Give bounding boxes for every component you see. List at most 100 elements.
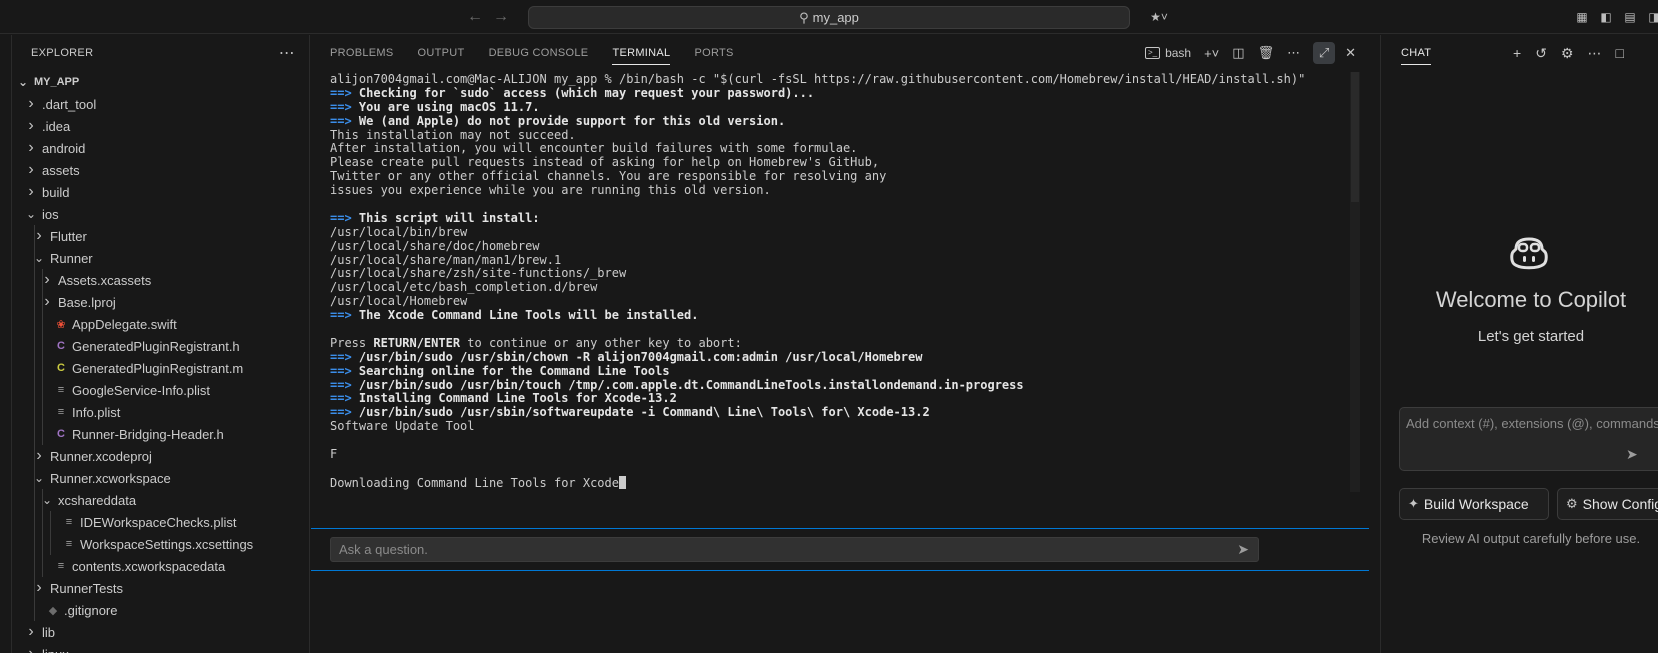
toggle-sidebar-icon[interactable]: ◧ [1598, 9, 1614, 25]
tree-item[interactable]: ≡ IDEWorkspaceChecks.plist [12, 511, 309, 533]
tree-item-label: assets [42, 162, 80, 178]
terminal-text: This installation may not succeed. [330, 127, 576, 142]
tree-item[interactable]: › .idea [12, 115, 309, 137]
tree-item[interactable]: › lib [12, 621, 309, 643]
more-actions-icon[interactable]: ⋯ [1587, 45, 1601, 62]
terminal-line: alijon7004gmail.com@Mac-ALIJON my_app % … [330, 72, 1350, 87]
new-terminal-icon[interactable]: +˅ [1204, 46, 1219, 61]
chat-title[interactable]: CHAT [1401, 35, 1432, 71]
terminal-text: issues you experience while you are runn… [330, 183, 771, 198]
shell-label: bash [1165, 46, 1192, 60]
chevron-down-icon: ⌄ [17, 75, 29, 89]
more-actions-icon[interactable]: ⋯ [1287, 45, 1300, 61]
tree-item[interactable]: ⌄ ios [12, 203, 309, 225]
tree-item[interactable]: ≡ contents.xcworkspacedata [12, 555, 309, 577]
show-config-label: Show Config [1582, 496, 1658, 512]
tree-item[interactable]: › build [12, 181, 309, 203]
tree-item[interactable]: ≡ WorkspaceSettings.xcsettings [12, 533, 309, 555]
command-center[interactable]: ⚲ my_app [528, 6, 1130, 29]
tab-ports[interactable]: PORTS [694, 35, 733, 71]
show-config-button[interactable]: ⚙ Show Config [1557, 488, 1658, 520]
activity-bar [0, 35, 12, 653]
chevron-right-icon: › [28, 183, 34, 200]
tree-item[interactable]: ❀ AppDelegate.swift [12, 313, 309, 335]
more-actions-icon[interactable]: ⋯ [279, 43, 295, 63]
terminal-line: ==> /usr/bin/sudo /usr/sbin/softwareupda… [330, 405, 1350, 420]
tree-item[interactable]: › assets [12, 159, 309, 181]
terminal-line: ==> /usr/bin/sudo /usr/bin/touch /tmp/.c… [330, 378, 1350, 393]
explorer-sidebar: EXPLORER ⋯ ⌄ MY_APP › .dart_tool › .idea › andr… [12, 35, 310, 653]
tree-item[interactable]: › Flutter [12, 225, 309, 247]
layout-icon[interactable]: ▦ [1574, 9, 1590, 25]
tree-item[interactable]: ⌄ Runner.xcworkspace [12, 467, 309, 489]
scrollbar-thumb[interactable] [1351, 72, 1359, 202]
welcome-subtitle: Let's get started [1477, 328, 1585, 345]
new-chat-icon[interactable]: + [1513, 45, 1521, 61]
tree-item[interactable]: › Assets.xcassets [12, 269, 309, 291]
tree-item[interactable]: › RunnerTests [12, 577, 309, 599]
tab-terminal[interactable]: TERMINAL [612, 35, 671, 71]
divider [311, 570, 1369, 571]
tree-item[interactable]: C GeneratedPluginRegistrant.h [12, 335, 309, 357]
build-workspace-button[interactable]: ✦ Build Workspace [1399, 488, 1549, 520]
tree-item[interactable]: › Runner.xcodeproj [12, 445, 309, 467]
terminal-arrow: ==> [330, 113, 352, 128]
tree-item[interactable]: ⌄ Runner [12, 247, 309, 269]
maximize-icon[interactable]: □ [1615, 45, 1623, 61]
tree-item[interactable]: ≡ GoogleService-Info.plist [12, 379, 309, 401]
tab-output[interactable]: OUTPUT [418, 35, 465, 71]
split-terminal-icon[interactable]: ◫ [1232, 45, 1244, 61]
tree-item-label: build [42, 184, 70, 200]
tab-problems[interactable]: PROBLEMS [330, 35, 394, 71]
chat-input[interactable]: Add context (#), extensions (@), command… [1399, 407, 1658, 471]
back-arrow-icon[interactable]: ← [466, 8, 484, 26]
history-icon[interactable]: ↺ [1535, 45, 1547, 62]
review-note: Review AI output carefully before use. [1421, 531, 1641, 546]
tree-item[interactable]: › linux [12, 643, 309, 653]
indent-guide [42, 269, 43, 291]
tree-item-label: GeneratedPluginRegistrant.m [72, 360, 244, 376]
indent-guide [34, 357, 35, 379]
tree-item-label: contents.xcworkspacedata [72, 558, 226, 574]
terminal-line: ==> Installing Command Line Tools for Xc… [330, 392, 1350, 406]
terminal-output[interactable]: alijon7004gmail.com@Mac-ALIJON my_app % … [330, 72, 1350, 490]
tree-item[interactable]: C Runner-Bridging-Header.h [12, 423, 309, 445]
toggle-panel-icon[interactable]: ▤ [1622, 9, 1638, 25]
terminal-line: Downloading Command Line Tools for Xcode [330, 475, 1350, 490]
terminal-text: /usr/local/bin/brew [330, 224, 468, 239]
tree-item-label: Runner.xcodeproj [50, 448, 152, 464]
terminal-text: You are using macOS 11.7. [358, 99, 540, 114]
maximize-panel-icon[interactable]: ⤢ [1313, 42, 1336, 64]
terminal-line: ==> This script will install: [330, 211, 1350, 226]
terminal-text: /usr/local/share/zsh/site-functions/_bre… [330, 266, 627, 281]
tree-item[interactable]: › Base.lproj [12, 291, 309, 313]
indent-guide [42, 357, 43, 379]
tree-item[interactable]: ◆ .gitignore [12, 599, 309, 621]
trash-icon[interactable]: 🗑 [1258, 45, 1275, 61]
wand-icon: ✦ [1408, 496, 1419, 511]
toggle-secondary-sidebar-icon[interactable]: ◨ [1646, 9, 1658, 25]
terminal-text: Checking for `sudo` access (which may re… [358, 85, 815, 100]
tab-debug-console[interactable]: DEBUG CONSOLE [489, 35, 589, 71]
tree-item[interactable]: ⌄ xcshareddata [12, 489, 309, 511]
copilot-menu-icon[interactable]: ★˅ [1144, 9, 1174, 25]
tree-item[interactable]: › android [12, 137, 309, 159]
terminal-shell-selector[interactable]: >_ bash [1144, 46, 1192, 60]
indent-guide [34, 247, 35, 269]
close-icon[interactable]: ✕ [1345, 45, 1356, 61]
forward-arrow-icon[interactable]: → [492, 8, 510, 26]
ask-question-input[interactable]: Ask a question. ➤ [330, 537, 1259, 562]
tree-item[interactable]: ≡ Info.plist [12, 401, 309, 423]
terminal-text: /usr/bin/sudo /usr/sbin/chown -R alijon7… [358, 349, 923, 364]
terminal-text: to continue or any other key to abort: [460, 335, 742, 350]
tree-item[interactable]: › .dart_tool [12, 93, 309, 115]
send-icon[interactable]: ➤ [1626, 446, 1638, 463]
send-icon[interactable]: ➤ [1237, 541, 1249, 558]
tree-item[interactable]: C GeneratedPluginRegistrant.m [12, 357, 309, 379]
terminal-line: ==> Checking for `sudo` access (which ma… [330, 85, 1350, 101]
gear-icon[interactable]: ⚙ [1561, 45, 1574, 62]
tree-item[interactable]: ⌄ MY_APP [12, 71, 309, 93]
indent-guide [34, 335, 35, 357]
